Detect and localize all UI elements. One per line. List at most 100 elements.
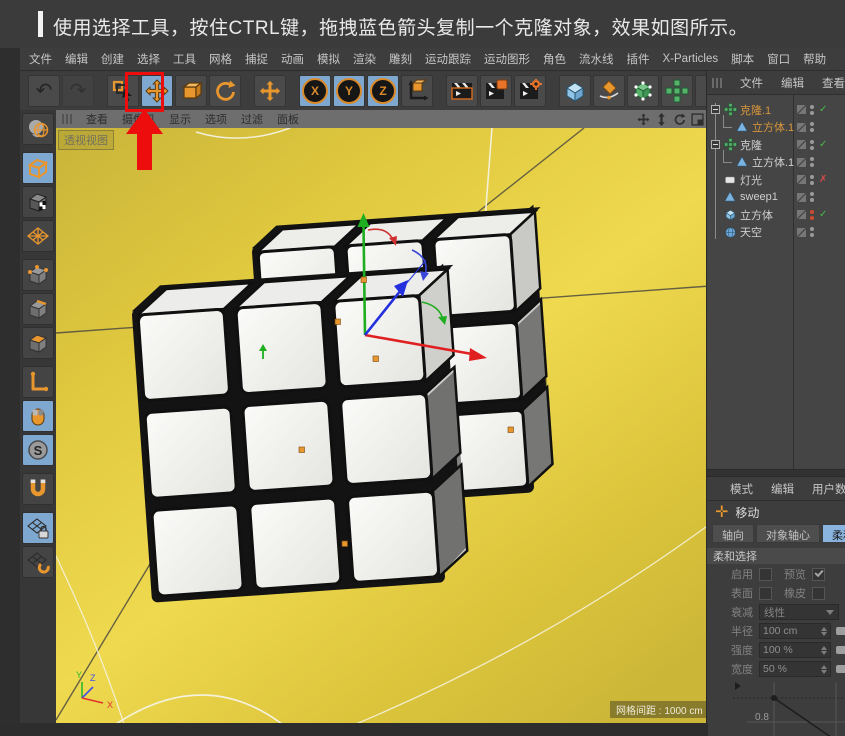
stepper-icon[interactable]	[821, 665, 827, 674]
visibility-dots[interactable]	[810, 175, 814, 185]
vp-menu-filter[interactable]: 过滤	[241, 111, 263, 127]
panel-grip-icon[interactable]	[712, 78, 722, 88]
subdivision-surface-button[interactable]	[627, 75, 659, 107]
menu-sculpt[interactable]: 雕刻	[389, 51, 412, 67]
render-settings-button[interactable]	[514, 75, 546, 107]
layer-chip[interactable]	[797, 175, 806, 184]
collapse-icon[interactable]	[711, 140, 720, 149]
visibility-dots[interactable]	[810, 157, 814, 167]
enabled-check-icon[interactable]: ✓	[819, 104, 827, 115]
menu-plugins[interactable]: 插件	[627, 51, 650, 67]
surface-checkbox[interactable]	[759, 587, 772, 600]
undo-button[interactable]: ↶	[28, 75, 60, 107]
width-field[interactable]: 50 %	[759, 661, 831, 677]
polygons-mode-button[interactable]	[22, 327, 54, 359]
om-menu-view[interactable]: 查看	[822, 75, 845, 91]
am-menu-userdata[interactable]: 用户数据	[812, 481, 845, 497]
layer-chip[interactable]	[797, 123, 806, 132]
stepper-icon[interactable]	[821, 627, 827, 636]
enable-snap-button[interactable]: S	[22, 434, 54, 466]
object-name[interactable]: 克隆	[740, 137, 762, 153]
panel-splitter[interactable]	[707, 469, 845, 477]
texture-mode-button[interactable]	[22, 186, 54, 218]
edges-mode-button[interactable]	[22, 293, 54, 325]
menu-render[interactable]: 渲染	[353, 51, 376, 67]
tab-axis[interactable]: 轴向	[712, 524, 754, 543]
om-menu-edit[interactable]: 编辑	[781, 75, 804, 91]
preview-checkbox[interactable]	[812, 568, 825, 581]
magnet-snap-button[interactable]	[22, 473, 54, 505]
object-row-sky[interactable]: 天空	[707, 224, 845, 242]
menu-window[interactable]: 窗口	[767, 51, 790, 67]
visibility-dots[interactable]	[810, 105, 814, 115]
redo-button[interactable]: ↷	[62, 75, 94, 107]
menu-help[interactable]: 帮助	[803, 51, 826, 67]
menu-character[interactable]: 角色	[543, 51, 566, 67]
enable-axis-button[interactable]	[22, 366, 54, 398]
render-view-button[interactable]	[446, 75, 478, 107]
am-menu-mode[interactable]: 模式	[730, 481, 753, 497]
enabled-check-icon[interactable]: ✓	[819, 139, 827, 150]
rotate-view-icon[interactable]	[673, 113, 686, 126]
object-name[interactable]: sweep1	[740, 191, 778, 203]
layer-chip[interactable]	[797, 193, 806, 202]
menu-simulate[interactable]: 模拟	[317, 51, 340, 67]
render-picture-viewer-button[interactable]	[480, 75, 512, 107]
falloff-curve[interactable]: 0.8	[707, 682, 845, 736]
enabled-check-icon[interactable]: ✓	[819, 209, 827, 220]
object-row-sweep[interactable]: sweep1	[707, 189, 845, 207]
tweak-mode-button[interactable]	[22, 400, 54, 432]
curve-expand-icon[interactable]	[735, 682, 741, 690]
scale-tool-button[interactable]	[175, 75, 207, 107]
layer-chip[interactable]	[797, 228, 806, 237]
workplane-snap-button[interactable]	[22, 546, 54, 578]
menu-pipeline[interactable]: 流水线	[579, 51, 614, 67]
menu-select[interactable]: 选择	[137, 51, 160, 67]
vp-menu-view[interactable]: 查看	[86, 111, 108, 127]
stepper-icon[interactable]	[821, 646, 827, 655]
menu-create[interactable]: 创建	[101, 51, 124, 67]
object-name[interactable]: 立方体.1	[752, 119, 794, 135]
menu-tools[interactable]: 工具	[173, 51, 196, 67]
toggle-panel-icon[interactable]	[691, 113, 704, 126]
lock-x-axis-button[interactable]: X	[299, 75, 331, 107]
object-name[interactable]: 立方体.1	[752, 154, 794, 170]
object-row-cube1a[interactable]: 立方体.1	[707, 119, 845, 137]
object-name[interactable]: 克隆.1	[740, 102, 771, 118]
visibility-dots[interactable]	[810, 140, 814, 150]
rubber-checkbox[interactable]	[812, 587, 825, 600]
radius-field[interactable]: 100 cm	[759, 623, 831, 639]
strength-field[interactable]: 100 %	[759, 642, 831, 658]
workplane-mode-button[interactable]	[22, 220, 54, 252]
spline-pen-button[interactable]	[593, 75, 625, 107]
zoom-view-icon[interactable]	[655, 113, 668, 126]
mograph-cloner-button[interactable]	[661, 75, 693, 107]
lock-z-axis-button[interactable]: Z	[367, 75, 399, 107]
radius-slider[interactable]	[836, 627, 845, 635]
vp-menu-display[interactable]: 显示	[169, 111, 191, 127]
tab-soft-selection[interactable]: 柔和选择	[822, 524, 845, 543]
coordinate-system-button[interactable]	[401, 75, 433, 107]
visibility-dots[interactable]	[810, 210, 814, 220]
viewport-canvas[interactable]: Y Z X 透视视图 网格间距 : 1000 cm	[56, 128, 710, 723]
object-row-cube1b[interactable]: 立方体.1	[707, 154, 845, 172]
menu-mograph[interactable]: 运动图形	[484, 51, 530, 67]
last-used-tool-button[interactable]	[254, 75, 286, 107]
object-row-light[interactable]: 灯光 ✗	[707, 171, 845, 189]
points-mode-button[interactable]	[22, 259, 54, 291]
model-mode-button[interactable]	[22, 152, 54, 184]
workplane-lock-button[interactable]	[22, 512, 54, 544]
rotate-tool-button[interactable]	[209, 75, 241, 107]
tab-object-axis[interactable]: 对象轴心	[756, 524, 820, 543]
menu-motion-tracker[interactable]: 运动跟踪	[425, 51, 471, 67]
menu-script[interactable]: 脚本	[731, 51, 754, 67]
lock-y-axis-button[interactable]: Y	[333, 75, 365, 107]
pan-view-icon[interactable]	[637, 113, 650, 126]
vp-menu-panel[interactable]: 面板	[277, 111, 299, 127]
layer-chip[interactable]	[797, 105, 806, 114]
vp-menu-options[interactable]: 选项	[205, 111, 227, 127]
menu-mesh[interactable]: 网格	[209, 51, 232, 67]
layer-chip[interactable]	[797, 210, 806, 219]
make-editable-button[interactable]	[22, 113, 54, 145]
enable-checkbox[interactable]	[759, 568, 772, 581]
